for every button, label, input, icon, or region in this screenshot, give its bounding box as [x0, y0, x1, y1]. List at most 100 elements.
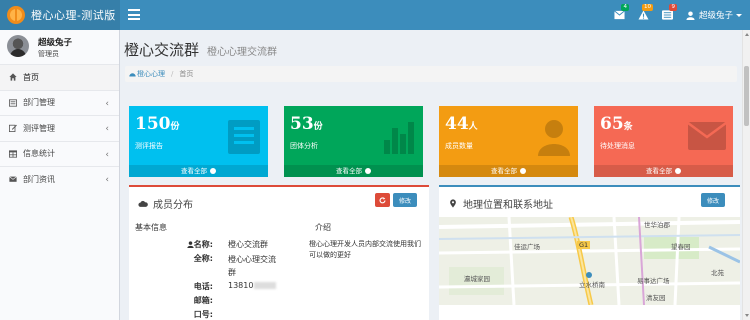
user-menu-name: 超级兔子: [698, 11, 733, 21]
intro-heading: 介绍: [315, 223, 331, 232]
box-title: 地理位置和联系地址: [448, 196, 553, 211]
envelope-icon: [687, 121, 727, 150]
top-bar: 橙心心理-测试版 4 10 9 超级兔子: [0, 0, 750, 30]
email-label: 邮箱:: [193, 296, 213, 305]
intro-text: 橙心心理开发人员内部交流使用我们可以做的更好: [309, 240, 421, 259]
tasks-icon: [662, 10, 674, 20]
name-value: 橙心交流群: [228, 240, 268, 249]
map-label: 北苑: [711, 269, 724, 277]
arrow-circle-right-icon: [675, 168, 681, 174]
scrollbar-thumb[interactable]: [744, 66, 749, 126]
arrow-circle-right-icon: [210, 168, 216, 174]
map-label: 立水桥南: [579, 281, 605, 289]
stat-label: 测评报告: [135, 142, 163, 150]
phone-label: 电话:: [193, 282, 213, 291]
map-label: 易事达广场: [637, 277, 670, 285]
sidebar-item-department[interactable]: 部门管理 ‹: [0, 89, 119, 116]
stat-box-reports: 150份 测评报告 查看全部: [129, 106, 268, 177]
stat-box-analysis: 53份 团体分析 查看全部: [284, 106, 423, 177]
tasks-count-badge: 9: [669, 4, 677, 11]
chevron-left-icon: ‹: [105, 175, 109, 185]
messages-count-badge: 4: [621, 4, 629, 11]
stat-number: 53份: [290, 114, 323, 134]
map[interactable]: 世华泊郡 佳运广场 望春园 瀛城家园 立水桥南 易事达广场 北苑 清友园 G1: [439, 217, 740, 305]
stat-label: 成员数量: [445, 142, 473, 150]
user-panel-role: 管理员: [38, 50, 59, 58]
user-panel-name: 超级兔子: [38, 38, 73, 48]
map-marker-icon: [450, 199, 456, 208]
edit-icon: [9, 125, 17, 133]
sidebar-item-label: 部门资讯: [23, 174, 55, 184]
user-icon: [686, 10, 695, 20]
refresh-icon: [379, 196, 386, 203]
cloud-icon: [138, 200, 148, 207]
page-title: 橙心交流群: [124, 41, 200, 59]
breadcrumb: 橙心心理 / 首页: [125, 66, 737, 82]
sidebar-item-label: 测评管理: [23, 123, 55, 133]
logo[interactable]: 橙心心理-测试版: [0, 0, 120, 30]
name-label: 名称:: [173, 239, 213, 250]
stat-label: 待处理消息: [600, 142, 635, 150]
notifications-menu[interactable]: 10: [632, 0, 656, 30]
stat-more-link[interactable]: 查看全部: [439, 165, 578, 177]
stat-box-messages: 65条 待处理消息 查看全部: [594, 106, 733, 177]
notifications-count-badge: 10: [641, 4, 653, 11]
stat-more-link[interactable]: 查看全部: [129, 165, 268, 177]
stat-number: 44人: [445, 114, 478, 134]
stat-box-members: 44人 成员数量 查看全部: [439, 106, 578, 177]
navbar: 4 10 9 超级兔子: [120, 0, 750, 30]
sidebar-toggle-icon[interactable]: [128, 9, 140, 20]
stat-more-link[interactable]: 查看全部: [284, 165, 423, 177]
table-icon: [9, 150, 17, 158]
sidebar-item-news[interactable]: 部门资讯 ‹: [0, 166, 119, 192]
caret-down-icon: [736, 13, 742, 17]
list-icon: [9, 99, 17, 107]
edit-button[interactable]: 修改: [393, 193, 417, 207]
map-label: 瀛城家园: [464, 275, 490, 283]
stat-more-link[interactable]: 查看全部: [594, 165, 733, 177]
messages-menu[interactable]: 4: [608, 0, 632, 30]
envelope-icon: [614, 10, 626, 20]
user-icon: [538, 120, 570, 156]
scroll-down-icon[interactable]: [745, 314, 749, 317]
home-icon: [9, 73, 17, 81]
map-label: 清友园: [646, 294, 666, 302]
sidebar-item-statistics[interactable]: 信息统计 ‹: [0, 140, 119, 167]
content: 橙心交流群 橙心心理交流群 橙心心理 / 首页 150份 测评报告 查看全部 5…: [120, 30, 742, 320]
tasks-menu[interactable]: 9: [656, 0, 680, 30]
dashboard-icon: [129, 73, 136, 77]
sidebar: 超级兔子 管理员 首页 部门管理 ‹ 测评管理 ‹ 信息统计 ‹ 部门资讯 ‹: [0, 30, 120, 320]
road-label: G1: [577, 241, 591, 249]
member-distribution-box: 成员分布 修改 基本信息 介绍 名称: 橙心交流群 全称: 橙心心理交流群 电话…: [129, 185, 429, 320]
user-icon: [187, 241, 194, 248]
stat-number: 150份: [135, 114, 180, 134]
refresh-button[interactable]: [375, 193, 390, 207]
user-menu[interactable]: 超级兔子: [680, 9, 750, 21]
sidebar-item-label: 部门管理: [23, 98, 55, 108]
sidebar-item-label: 首页: [23, 72, 39, 82]
chevron-left-icon: ‹: [105, 98, 109, 109]
chevron-left-icon: ‹: [105, 124, 109, 134]
page-header: 橙心交流群 橙心心理交流群: [124, 39, 277, 60]
phone-value: 13810: [228, 281, 277, 290]
location-box: 地理位置和联系地址 修改 世华泊郡 佳运广场 望春园 瀛城家园 立水桥南 易事达…: [439, 185, 740, 320]
map-label: 世华泊郡: [644, 221, 670, 229]
sidebar-item-assessment[interactable]: 测评管理 ‹: [0, 115, 119, 141]
sidebar-item-home[interactable]: 首页: [0, 64, 119, 90]
arrow-circle-right-icon: [365, 168, 371, 174]
mail-icon: [9, 176, 17, 183]
stat-label: 团体分析: [290, 142, 318, 150]
sidebar-item-label: 信息统计: [23, 149, 55, 159]
page-scrollbar[interactable]: [742, 30, 750, 320]
scroll-up-icon[interactable]: [745, 33, 749, 36]
basic-info-heading: 基本信息: [135, 223, 167, 232]
breadcrumb-root-link[interactable]: 橙心心理: [137, 69, 165, 79]
chevron-left-icon: ‹: [105, 149, 109, 160]
slogan-label: 口号:: [193, 310, 213, 319]
warning-icon: [638, 10, 649, 20]
edit-button[interactable]: 修改: [701, 193, 725, 207]
orange-logo-icon: [7, 6, 25, 24]
fullname-value: 橙心心理交流群: [228, 255, 276, 277]
page-subtitle: 橙心心理交流群: [207, 47, 278, 58]
report-icon: [228, 120, 260, 154]
